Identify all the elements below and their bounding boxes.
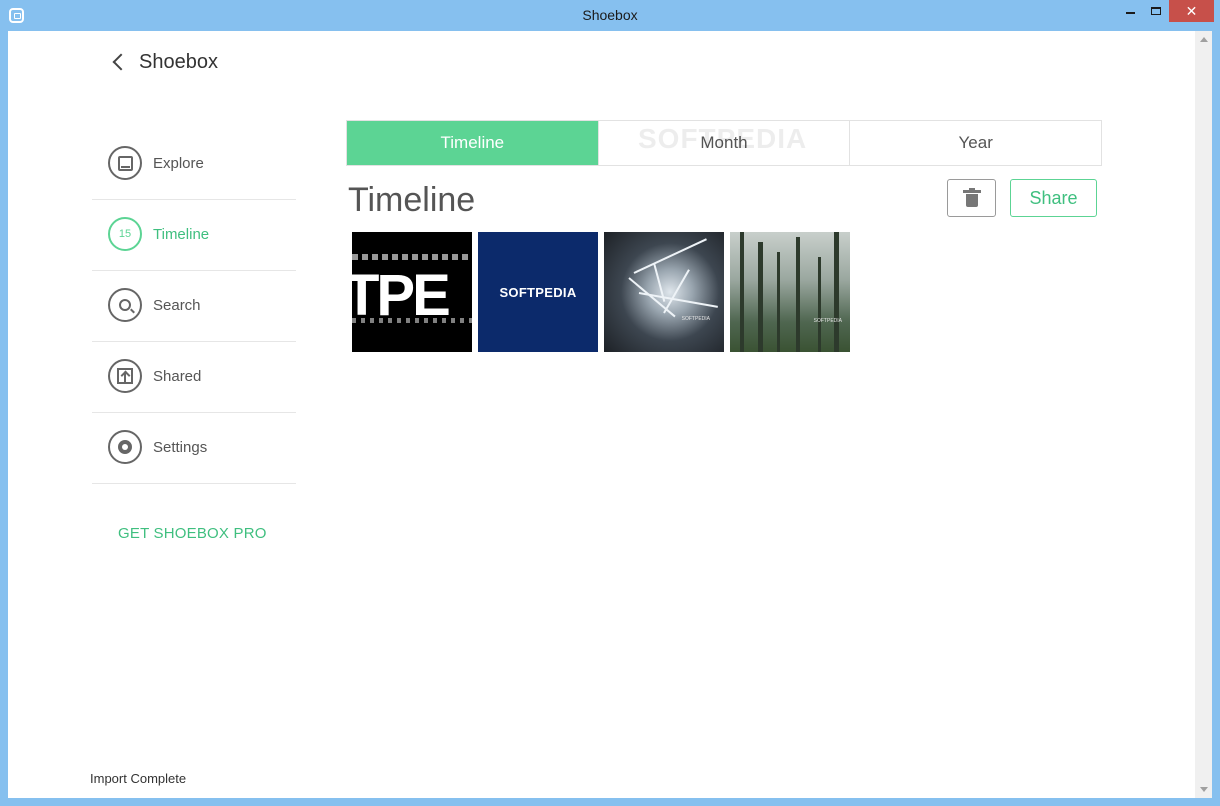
photo-text: SOFTPEDIA — [813, 318, 842, 324]
header-title: Shoebox — [139, 51, 218, 73]
gear-icon — [108, 430, 142, 464]
maximize-button[interactable] — [1143, 0, 1169, 22]
close-button[interactable]: ✕ — [1169, 0, 1214, 22]
sidebar-item-label: Search — [153, 297, 201, 314]
app-content: Shoebox Explore 15 Timeline Search Share… — [8, 31, 1212, 798]
status-text: Import Complete — [90, 771, 187, 786]
minimize-button[interactable] — [1117, 0, 1143, 22]
page-title: Timeline — [348, 181, 476, 219]
sidebar-item-label: Settings — [153, 439, 208, 456]
scroll-up-button[interactable] — [1195, 31, 1212, 48]
photo-grid: TPE SOFTPEDIA SOFTPEDIA SOFTPEDIA — [352, 232, 850, 352]
explore-icon — [108, 146, 142, 180]
photo-text: SOFTPEDIA — [499, 284, 577, 300]
title-bar[interactable]: Shoebox ✕ — [0, 0, 1220, 31]
photo-thumbnail[interactable]: SOFTPEDIA — [604, 232, 724, 352]
timeline-count-badge: 15 — [108, 217, 142, 251]
view-tabs: Timeline Month Year — [346, 120, 1102, 166]
photo-thumbnail[interactable]: SOFTPEDIA — [730, 232, 850, 352]
share-button[interactable]: Share — [1010, 179, 1097, 217]
tab-timeline[interactable]: Timeline — [347, 121, 599, 165]
scroll-down-button[interactable] — [1195, 781, 1212, 798]
vertical-scrollbar[interactable] — [1195, 31, 1212, 798]
sidebar-item-label: Explore — [153, 155, 204, 172]
search-icon — [108, 288, 142, 322]
maximize-icon — [1151, 7, 1161, 15]
chevron-down-icon — [1199, 787, 1208, 792]
sidebar-nav: Explore 15 Timeline Search Shared Settin… — [92, 129, 296, 484]
sidebar-item-search[interactable]: Search — [92, 271, 296, 342]
delete-button[interactable] — [947, 179, 996, 217]
sidebar-item-shared[interactable]: Shared — [92, 342, 296, 413]
window-title: Shoebox — [582, 7, 638, 23]
share-icon — [108, 359, 142, 393]
sidebar-item-label: Shared — [153, 368, 202, 385]
photo-thumbnail[interactable]: SOFTPEDIA — [478, 232, 598, 352]
sidebar-item-explore[interactable]: Explore — [92, 129, 296, 200]
back-button[interactable] — [108, 51, 132, 75]
photo-thumbnail[interactable]: TPE — [352, 232, 472, 352]
trash-icon — [962, 188, 981, 207]
chevron-up-icon — [1199, 37, 1208, 42]
tab-month[interactable]: Month — [599, 121, 851, 165]
minimize-icon — [1125, 12, 1135, 14]
sidebar-item-settings[interactable]: Settings — [92, 413, 296, 484]
photo-text: SOFTPEDIA — [681, 316, 710, 322]
get-pro-link[interactable]: GET SHOEBOX PRO — [118, 525, 267, 542]
app-window: Shoebox ✕ Shoebox Explore 15 Timeline Se… — [0, 0, 1220, 806]
tab-year[interactable]: Year — [850, 121, 1101, 165]
sidebar-item-timeline[interactable]: 15 Timeline — [92, 200, 296, 271]
sidebar-item-label: Timeline — [153, 226, 210, 243]
